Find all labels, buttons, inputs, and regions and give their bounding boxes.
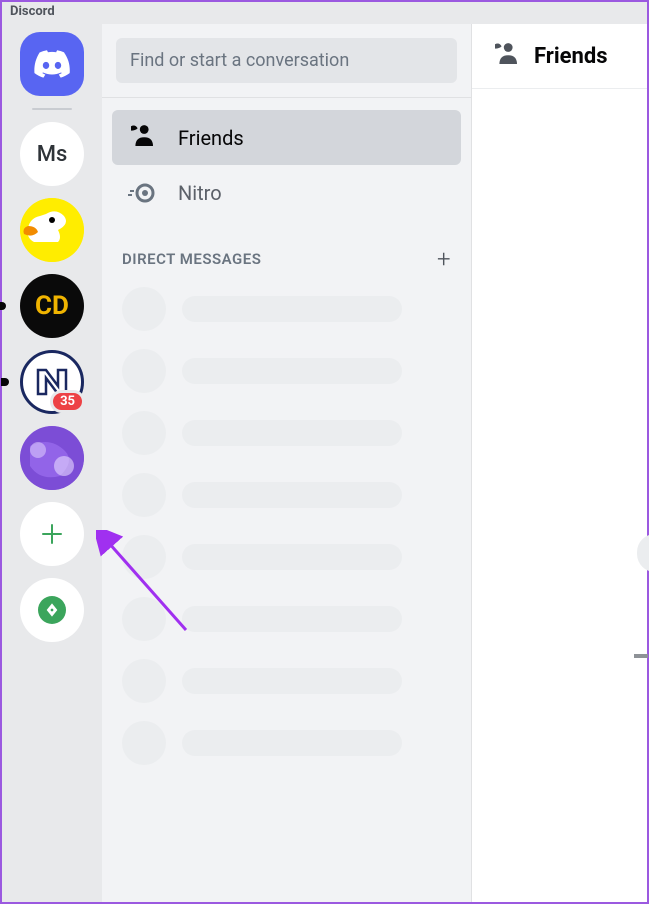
add-server-button[interactable]: [20, 502, 84, 566]
unread-indicator: [1, 378, 9, 386]
home-button[interactable]: [20, 32, 84, 96]
explore-button[interactable]: [20, 578, 84, 642]
nitro-nav[interactable]: Nitro: [112, 165, 461, 221]
friends-label: Friends: [178, 126, 244, 150]
friends-nav[interactable]: Friends: [112, 110, 461, 165]
server-cd[interactable]: CD: [20, 274, 84, 338]
server-purple[interactable]: [20, 426, 84, 490]
server-separator: [32, 108, 72, 110]
plus-icon: [40, 522, 64, 546]
server-duck[interactable]: [20, 198, 84, 262]
discord-logo-icon: [34, 50, 70, 78]
dm-item-placeholder: [122, 597, 451, 641]
create-dm-button[interactable]: +: [437, 245, 451, 273]
dm-section-header: DIRECT MESSAGES +: [102, 225, 471, 281]
compass-icon: [38, 596, 66, 624]
dm-item-placeholder: [122, 349, 451, 393]
server-list: Ms CD 35: [2, 24, 102, 902]
server-nm[interactable]: 35: [20, 350, 84, 414]
edge-decoration: [634, 654, 648, 658]
window-title: Discord: [2, 2, 647, 24]
dm-item-placeholder: [122, 473, 451, 517]
search-input[interactable]: Find or start a conversation: [116, 38, 457, 83]
purple-abstract-icon: [20, 426, 84, 490]
dm-item-placeholder: [122, 411, 451, 455]
nitro-icon: [128, 179, 156, 207]
server-ms[interactable]: Ms: [20, 122, 84, 186]
content-title: Friends: [534, 44, 608, 69]
content-header: Friends: [472, 24, 647, 89]
edge-decoration: [637, 534, 649, 572]
dm-list: [102, 281, 471, 771]
dm-header-label: DIRECT MESSAGES: [122, 250, 261, 268]
dm-item-placeholder: [122, 659, 451, 703]
dm-item-placeholder: [122, 721, 451, 765]
notification-badge: 35: [50, 390, 85, 413]
friend-wave-icon: [128, 124, 156, 151]
friend-wave-icon: [492, 42, 520, 70]
duck-icon: [20, 198, 84, 262]
dm-item-placeholder: [122, 287, 451, 331]
unread-indicator: [0, 302, 6, 310]
nitro-label: Nitro: [178, 181, 222, 205]
main-content: Friends: [472, 24, 647, 902]
channel-sidebar: Find or start a conversation Friends Nit…: [102, 24, 472, 902]
dm-item-placeholder: [122, 535, 451, 579]
